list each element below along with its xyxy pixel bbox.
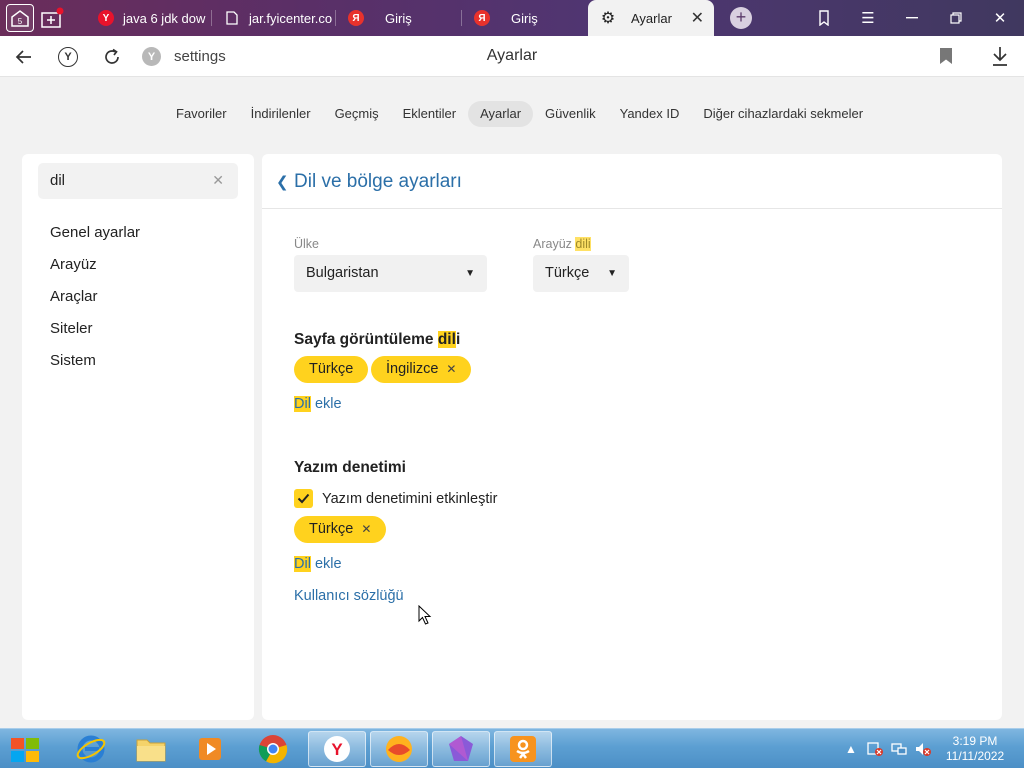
- yandex-home-icon[interactable]: Y: [55, 44, 81, 70]
- nav-diger-cihazlar[interactable]: Diğer cihazlardaki sekmeler: [691, 101, 875, 127]
- chevron-down-icon: ▼: [607, 268, 617, 279]
- close-tab-icon[interactable]: ✕: [691, 8, 704, 28]
- media-player-icon[interactable]: [182, 731, 240, 767]
- sidebar-item-genel-ayarlar[interactable]: Genel ayarlar: [50, 224, 140, 241]
- nav-eklentiler[interactable]: Eklentiler: [391, 101, 468, 127]
- action-center-icon[interactable]: [866, 729, 884, 768]
- tab-1[interactable]: jar.fyicenter.co: [214, 0, 336, 36]
- sidebar-item-araclar[interactable]: Araçlar: [50, 288, 98, 305]
- add-tab-button[interactable]: +: [730, 7, 752, 29]
- tab-title: java 6 jdk dow: [123, 10, 206, 26]
- minimize-icon[interactable]: [890, 0, 934, 36]
- site-info-icon[interactable]: Y: [142, 47, 161, 66]
- start-button[interactable]: [6, 734, 44, 766]
- tab-title: Ayarlar: [631, 10, 672, 26]
- odnoklassniki-icon[interactable]: [494, 731, 552, 767]
- yandex-app-icon[interactable]: [370, 731, 428, 767]
- page-language-title: Sayfa görüntüleme dili: [294, 331, 461, 348]
- system-clock[interactable]: 3:19 PM 11/11/2022: [940, 734, 1010, 764]
- download-icon[interactable]: [990, 45, 1010, 67]
- country-select[interactable]: Bulgaristan ▼: [294, 255, 487, 292]
- spellcheck-checkbox[interactable]: [294, 489, 313, 508]
- page-icon: [224, 10, 240, 26]
- gear-icon: ⚙: [600, 10, 616, 27]
- crystal-app-icon[interactable]: [432, 731, 490, 767]
- tab-title: Giriş: [385, 10, 412, 26]
- settings-nav: Favoriler İndirilenler Geçmiş Eklentiler…: [0, 101, 1024, 129]
- search-input[interactable]: [50, 172, 200, 189]
- windows-logo-icon: [11, 738, 39, 762]
- nav-gecmis[interactable]: Geçmiş: [323, 101, 391, 127]
- clear-search-icon[interactable]: ✕: [212, 172, 224, 189]
- svg-text:5: 5: [18, 17, 23, 26]
- yandex-y-icon: Y: [98, 10, 114, 26]
- close-window-icon[interactable]: ✕: [978, 0, 1022, 36]
- yandex-ya-icon: Я: [348, 10, 364, 26]
- tab-3[interactable]: Я Giriş: [464, 0, 586, 36]
- address-bar: Y Y settings Ayarlar: [0, 36, 1024, 77]
- collections-icon[interactable]: [802, 0, 846, 36]
- nav-indirilenler[interactable]: İndirilenler: [239, 101, 323, 127]
- add-language-link[interactable]: Dil ekle: [294, 396, 342, 412]
- remove-chip-icon[interactable]: ✕: [361, 522, 371, 536]
- network-icon[interactable]: [890, 729, 908, 768]
- menu-icon[interactable]: ☰: [846, 0, 890, 36]
- chevron-left-icon[interactable]: ❮: [276, 173, 289, 191]
- file-explorer-icon[interactable]: [122, 731, 180, 767]
- add-spell-language-link[interactable]: Dil ekle: [294, 556, 342, 572]
- user-dictionary-link[interactable]: Kullanıcı sözlüğü: [294, 588, 404, 604]
- ui-language-value: Türkçe: [545, 265, 590, 281]
- yandex-browser-icon[interactable]: Y: [308, 731, 366, 767]
- tab-strip: 5 Y java 6 jdk dow jar.fyicenter.co Я Gi…: [0, 0, 1024, 36]
- tab-4-active[interactable]: ⚙ Ayarlar ✕: [588, 0, 714, 36]
- nav-ayarlar[interactable]: Ayarlar: [468, 101, 534, 127]
- mouse-cursor-icon: [418, 605, 432, 625]
- svg-text:Y: Y: [331, 740, 343, 759]
- remove-chip-icon[interactable]: ✕: [446, 362, 456, 376]
- tab-manager-icon[interactable]: 5: [6, 4, 34, 32]
- sidebar-item-arayuz[interactable]: Arayüz: [50, 256, 97, 273]
- language-chip-ingilizce[interactable]: İngilizce ✕: [371, 356, 472, 383]
- country-value: Bulgaristan: [306, 265, 379, 281]
- panel-header: ❮ Dil ve bölge ayarları: [262, 154, 1002, 209]
- tab-2[interactable]: Я Giriş: [338, 0, 462, 36]
- clock-date: 11/11/2022: [945, 749, 1005, 763]
- checkmark-icon: [297, 493, 310, 504]
- tab-0[interactable]: Y java 6 jdk dow: [90, 0, 212, 36]
- ui-language-select[interactable]: Türkçe ▼: [533, 255, 629, 292]
- nav-favoriler[interactable]: Favoriler: [164, 101, 239, 127]
- sidebar-item-sistem[interactable]: Sistem: [50, 352, 96, 369]
- spellcheck-checkbox-label[interactable]: Yazım denetimini etkinleştir: [322, 491, 497, 507]
- nav-guvenlik[interactable]: Güvenlik: [533, 101, 608, 127]
- reload-icon[interactable]: [99, 44, 125, 70]
- clock-time: 3:19 PM: [952, 734, 998, 748]
- taskbar: Y ▲ 3:19 PM 11/11/2022: [0, 728, 1024, 768]
- spell-chip-turkce[interactable]: Türkçe ✕: [294, 516, 387, 543]
- back-arrow-icon[interactable]: [11, 44, 37, 70]
- country-label: Ülke: [294, 237, 320, 251]
- chevron-down-icon: ▼: [465, 268, 475, 279]
- tray-overflow-icon[interactable]: ▲: [845, 729, 857, 768]
- ui-language-label: Arayüz dili: [533, 237, 591, 251]
- yandex-ya-icon: Я: [474, 10, 490, 26]
- internet-explorer-icon[interactable]: [62, 731, 120, 767]
- bookmark-icon[interactable]: [940, 48, 952, 64]
- chrome-icon[interactable]: [244, 731, 302, 767]
- language-chip-turkce[interactable]: Türkçe: [294, 356, 369, 383]
- spellcheck-title: Yazım denetimi: [294, 459, 406, 476]
- url-text[interactable]: settings: [174, 48, 226, 65]
- tab-title: Giriş: [511, 10, 538, 26]
- settings-sidebar: ✕ Genel ayarlar Arayüz Araçlar Siteler S…: [22, 154, 254, 720]
- settings-panel: ❮ Dil ve bölge ayarları Ülke Bulgaristan…: [262, 154, 1002, 720]
- panel-title[interactable]: Dil ve bölge ayarları: [294, 171, 462, 193]
- volume-muted-icon[interactable]: [914, 729, 932, 768]
- restore-icon[interactable]: [934, 0, 978, 36]
- new-tab-icon[interactable]: [38, 4, 66, 32]
- sidebar-item-siteler[interactable]: Siteler: [50, 320, 93, 337]
- tab-title: jar.fyicenter.co: [249, 10, 333, 26]
- nav-yandex-id[interactable]: Yandex ID: [608, 101, 692, 127]
- settings-search[interactable]: ✕: [38, 163, 238, 199]
